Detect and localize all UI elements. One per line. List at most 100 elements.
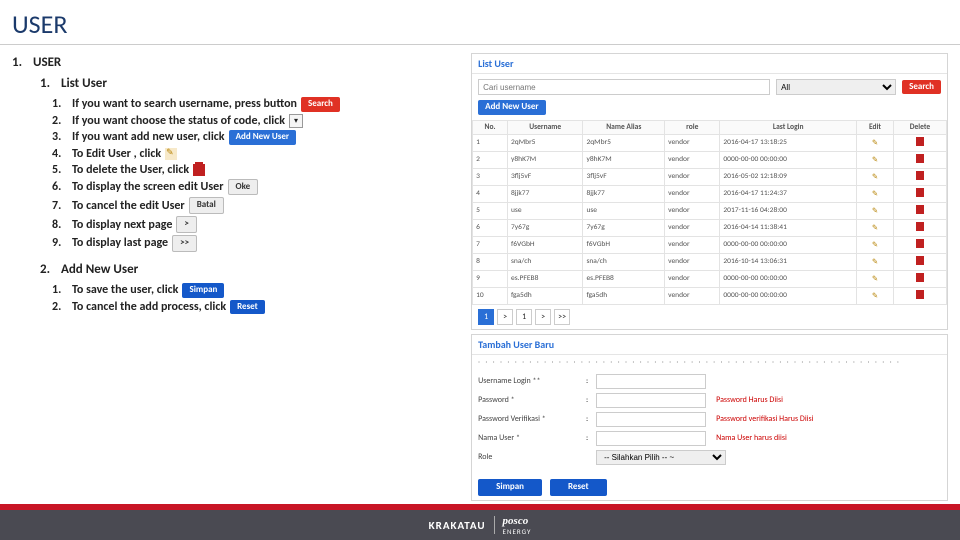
chevron-down-icon: ▾ [289,114,303,128]
trash-icon[interactable] [916,154,924,163]
password-error: Password Harus Diisi [716,395,783,405]
page-title: USER [0,0,960,45]
table-header: Last Login [720,120,857,134]
pager-button[interactable]: >> [554,309,570,325]
simpan-button[interactable]: Simpan [478,479,542,496]
instruction-item: 2.To cancel the add process, clickReset [52,300,457,315]
trash-icon[interactable] [916,188,924,197]
role-select[interactable]: -- Silahkan Pilih -- ~ [596,450,726,465]
instruction-item: 6.To display the screen edit UserOke [52,179,457,196]
trash-icon[interactable] [916,273,924,282]
content-area: 1. USER 1. List User 1.If you want to se… [0,45,960,505]
add-user-form: Username Login **: Password *:Password H… [472,368,947,475]
table-row: 7f6VGbHf6VGbHvendor0000-00-00 00:00:00✎ [473,236,947,253]
trash-icon[interactable] [916,239,924,248]
pencil-icon[interactable]: ✎ [871,172,880,181]
add-user-header: 2. Add New User [40,262,457,277]
pencil-icon[interactable]: ✎ [871,291,880,300]
brand-krakatau: KRAKATAU [429,519,486,532]
trash-icon[interactable] [916,171,924,180]
pager-button[interactable]: 1 [516,309,532,325]
table-row: 12qMbr52qMbr5vendor2016-04-17 13:18:25✎ [473,134,947,151]
table-row: 2y8hK7My8hK7Mvendor0000-00-00 00:00:00✎ [473,151,947,168]
pencil-icon[interactable]: ✎ [871,138,880,147]
inline-batal-button[interactable]: Batal [189,197,224,214]
pencil-icon[interactable]: ✎ [871,257,880,266]
screenshots-column: List User All Search Add New User No.Use… [471,53,948,505]
inline-search-button[interactable]: Search [301,97,340,112]
trash-icon[interactable] [916,290,924,299]
trash-icon [193,164,205,176]
pencil-icon[interactable]: ✎ [871,223,880,232]
pager-button[interactable]: > [535,309,551,325]
instruction-item: 4.To Edit User , click [52,147,457,161]
inline-simpan-button[interactable]: Simpan [182,283,224,298]
inline---button[interactable]: > [176,216,196,233]
table-row: 9es.PFEB8es.PFEB8vendor0000-00-00 00:00:… [473,270,947,287]
instruction-item: 1.To save the user, clickSimpan [52,283,457,298]
inline-reset-button[interactable]: Reset [230,300,265,315]
password-verify-error: Password verifikasi Harus Diisi [716,414,813,424]
pager-button[interactable]: > [497,309,513,325]
pager: 1>1>>> [472,305,947,329]
instruction-item: 7.To cancel the edit UserBatal [52,197,457,214]
table-row: 33flj5vF3flj5vFvendor2016-05-02 12:18:09… [473,168,947,185]
panel-title: List User [472,54,947,74]
search-input[interactable] [478,79,770,95]
instruction-item: 5.To delete the User, click [52,163,457,177]
trash-icon[interactable] [916,222,924,231]
password-verify-field[interactable] [596,412,706,427]
user-table: No.UsernameName AliasroleLast LoginEditD… [472,120,947,305]
pencil-icon[interactable]: ✎ [871,240,880,249]
section-1-header: 1. USER [12,55,457,70]
instruction-item: 1.If you want to search username, press … [52,97,457,112]
pencil-icon[interactable]: ✎ [871,155,880,164]
trash-icon[interactable] [916,256,924,265]
pager-button[interactable]: 1 [478,309,494,325]
instruction-item: 3.If you want add new user, clickAdd New… [52,130,457,145]
pencil-icon[interactable]: ✎ [871,206,880,215]
table-header: Username [507,120,582,134]
instruction-item: 2.If you want choose the status of code,… [52,114,457,128]
table-row: 48jjk778jjk77vendor2016-04-17 11:24:37✎ [473,185,947,202]
nama-user-field[interactable] [596,431,706,446]
pencil-icon [165,148,177,160]
trash-icon[interactable] [916,205,924,214]
table-header: Delete [893,120,946,134]
dotted-separator: · · · · · · · · · · · · · · · · · · · · … [472,355,947,368]
instruction-item: 9.To display last page>> [52,235,457,252]
add-user-steps: 1.To save the user, clickSimpan 2.To canc… [52,283,457,315]
add-user-panel: Tambah User Baru · · · · · · · · · · · ·… [471,334,948,501]
search-row: All Search [472,74,947,100]
instruction-item: 8.To display next page> [52,216,457,233]
footer: KRAKATAU posco ENERGY [0,504,960,540]
add-new-user-button[interactable]: Add New User [478,100,546,115]
trash-icon[interactable] [916,137,924,146]
table-row: 10fga5dhfga5dhvendor0000-00-00 00:00:00✎ [473,287,947,304]
reset-button[interactable]: Reset [550,479,607,496]
nama-user-error: Nama User harus diisi [716,433,787,443]
status-select[interactable]: All [776,79,896,95]
table-row: 5useusevendor2017-11-16 04:28:00✎ [473,202,947,219]
table-header: No. [473,120,508,134]
pencil-icon[interactable]: ✎ [871,189,880,198]
table-row: 67y67g7y67gvendor2016-04-14 11:38:41✎ [473,219,947,236]
username-field[interactable] [596,374,706,389]
inline-add-new-user-button[interactable]: Add New User [229,130,297,145]
panel-title: Tambah User Baru [472,335,947,355]
footer-gray-bar: KRAKATAU posco ENERGY [0,510,960,540]
table-header: Name Alias [583,120,665,134]
table-header: Edit [857,120,894,134]
table-header: role [665,120,720,134]
inline---button[interactable]: >> [172,235,197,252]
inline-oke-button[interactable]: Oke [228,179,259,196]
search-button[interactable]: Search [902,80,941,95]
table-row: 8sna/chsna/chvendor2016-10-14 13:06:31✎ [473,253,947,270]
list-user-steps: 1.If you want to search username, press … [52,97,457,252]
instructions-column: 1. USER 1. List User 1.If you want to se… [12,53,457,505]
brand-posco: posco ENERGY [503,514,532,536]
footer-divider [494,516,495,534]
pencil-icon[interactable]: ✎ [871,274,880,283]
list-user-header: 1. List User [40,76,457,91]
password-field[interactable] [596,393,706,408]
